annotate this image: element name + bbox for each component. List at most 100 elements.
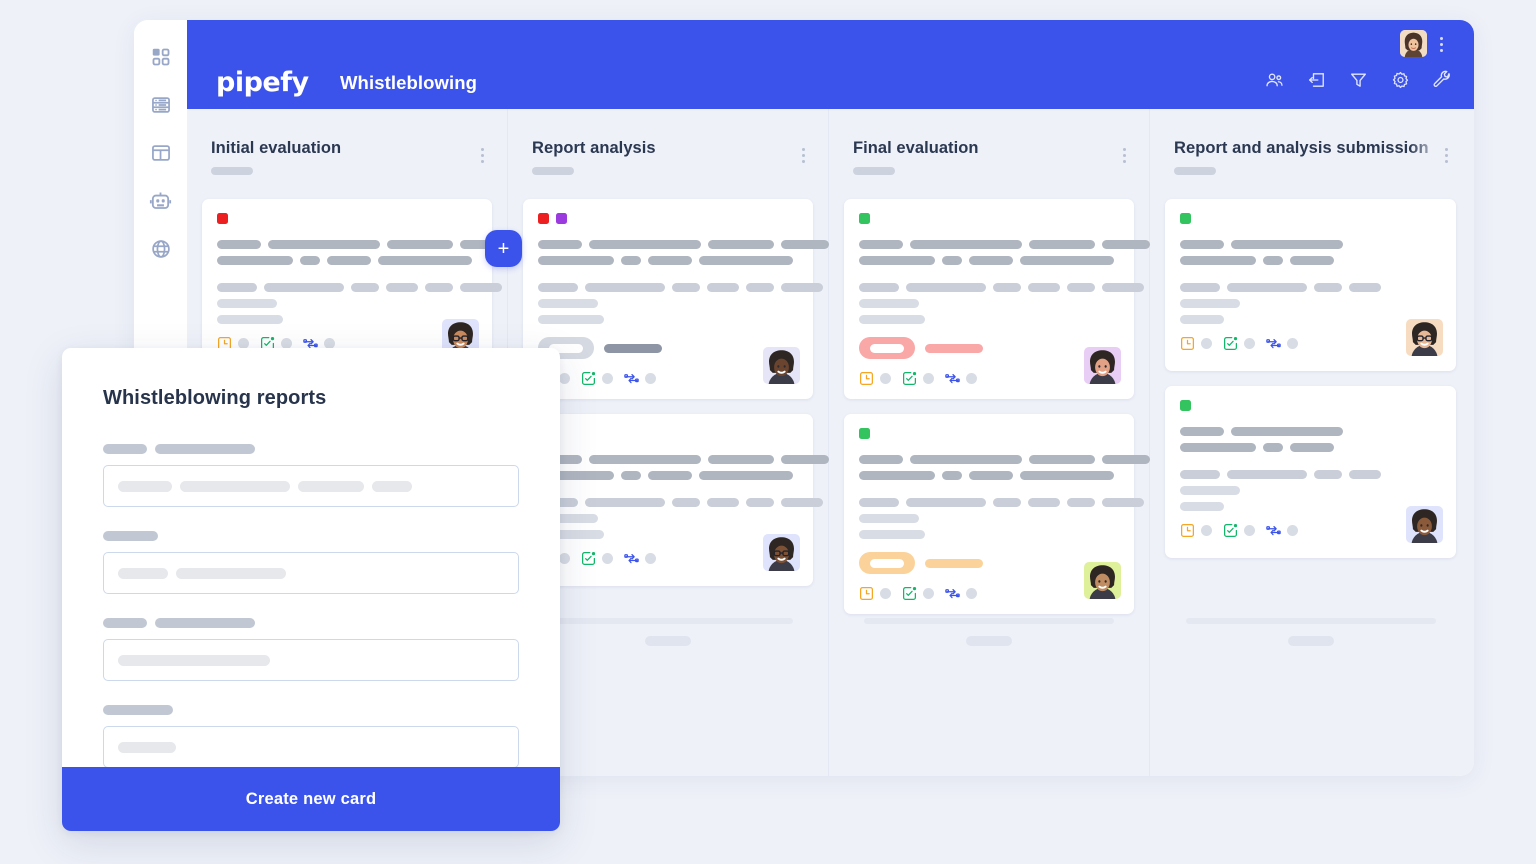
column-more-menu[interactable]: [1439, 145, 1453, 165]
card-body-placeholder: [538, 498, 823, 539]
kanban-card[interactable]: [1165, 386, 1456, 558]
kanban-card[interactable]: [844, 414, 1150, 614]
column-header: Report and analysis submission: [1150, 109, 1471, 199]
card-status-badge: [859, 552, 1119, 574]
column-footer-chip: [966, 636, 1012, 646]
card-assignee-avatar[interactable]: [1406, 319, 1443, 356]
avatar[interactable]: [1400, 30, 1427, 57]
create-new-card-button[interactable]: Create new card: [62, 767, 560, 831]
form-field-input[interactable]: [103, 465, 519, 507]
column-count-placeholder: [532, 167, 574, 175]
card-label-chip: [556, 213, 567, 224]
form-field-input[interactable]: [103, 552, 519, 594]
filter-funnel-icon[interactable]: [1349, 70, 1368, 89]
app-header: pipefy Whistleblowing: [187, 20, 1474, 109]
sidebar-item-database[interactable]: [148, 92, 174, 118]
card-body-placeholder: [859, 498, 1144, 539]
kanban-card[interactable]: [1165, 199, 1456, 371]
column-count-placeholder: [1174, 167, 1216, 175]
card-status-badge: [538, 337, 798, 359]
members-icon[interactable]: [1265, 70, 1284, 89]
kanban-card[interactable]: [523, 414, 829, 586]
layout-panel-icon: [150, 142, 172, 164]
globe-icon: [150, 238, 172, 260]
card-labels: [217, 213, 477, 224]
sidebar-item-public[interactable]: [148, 236, 174, 262]
column-more-menu[interactable]: [796, 145, 810, 165]
column-footer-bar: [1185, 618, 1436, 624]
card-meta-value-placeholder: [1287, 338, 1298, 349]
card-body-placeholder: [538, 283, 823, 324]
connected-cards-icon: [945, 371, 960, 386]
card-label-chip: [538, 213, 549, 224]
card-assignee-avatar[interactable]: [763, 347, 800, 384]
robot-automation-icon: [149, 190, 172, 213]
card-meta-value-placeholder: [923, 588, 934, 599]
form-field-input[interactable]: [103, 726, 519, 768]
create-card-modal: Whistleblowing reports Create new card: [62, 348, 560, 831]
header-more-menu[interactable]: [1433, 34, 1449, 54]
card-status-badge: [859, 337, 1119, 359]
header-tools: [1265, 70, 1452, 89]
sidebar-item-automation[interactable]: [148, 188, 174, 214]
column-footer-chip: [1287, 636, 1334, 646]
card-meta-value-placeholder: [645, 373, 656, 384]
column-footer-bar: [864, 618, 1114, 624]
column-title: Initial evaluation: [211, 139, 342, 157]
column-header: Final evaluation: [829, 109, 1149, 199]
column-cards: [1150, 199, 1471, 558]
due-date-clock-icon: [1180, 523, 1195, 538]
card-meta-value-placeholder: [966, 373, 977, 384]
sidebar-item-portal[interactable]: [148, 140, 174, 166]
card-body-placeholder: [859, 283, 1144, 324]
pipefy-logo[interactable]: pipefy: [216, 67, 309, 98]
due-date-clock-icon: [859, 371, 874, 386]
card-title-placeholder: [859, 240, 1150, 265]
checklist-task-icon: [902, 586, 917, 601]
connected-cards-icon: [945, 586, 960, 601]
card-meta-value-placeholder: [602, 373, 613, 384]
card-meta-icons: [1180, 336, 1441, 351]
card-meta-icons: [538, 551, 798, 566]
card-assignee-avatar[interactable]: [763, 534, 800, 571]
card-title-placeholder: [538, 240, 829, 265]
card-assignee-avatar[interactable]: [1406, 506, 1443, 543]
sidebar-item-dashboard[interactable]: [148, 44, 174, 70]
form-field-input[interactable]: [103, 639, 519, 681]
column-title: Report and analysis submission: [1174, 139, 1429, 157]
column-title: Report analysis: [532, 139, 656, 157]
card-meta-value-placeholder: [1244, 525, 1255, 536]
kanban-card[interactable]: [844, 199, 1150, 399]
column-header: Report analysis: [508, 109, 828, 199]
form-field-label-placeholder: [103, 705, 519, 715]
kanban-card[interactable]: [523, 199, 829, 399]
card-assignee-avatar[interactable]: [1084, 562, 1121, 599]
gear-icon[interactable]: [1391, 70, 1410, 89]
column-header: Initial evaluation: [187, 109, 507, 199]
add-card-button[interactable]: +: [485, 230, 522, 267]
card-assignee-avatar[interactable]: [1084, 347, 1121, 384]
due-date-clock-icon: [859, 586, 874, 601]
card-meta-icons: [1180, 523, 1441, 538]
move-card-icon[interactable]: [1307, 70, 1326, 89]
card-meta-value-placeholder: [1201, 338, 1212, 349]
wrench-icon[interactable]: [1433, 70, 1452, 89]
card-meta-value-placeholder: [1244, 338, 1255, 349]
card-body-placeholder: [217, 283, 502, 324]
kanban-card[interactable]: [202, 199, 508, 371]
form-field-label-placeholder: [103, 618, 519, 628]
column-more-menu[interactable]: [475, 145, 489, 165]
card-label-chip: [1180, 400, 1191, 411]
column-footer-placeholder: [829, 618, 1149, 646]
card-title-placeholder: [217, 240, 508, 265]
column-more-menu[interactable]: [1117, 145, 1131, 165]
card-meta-value-placeholder: [880, 373, 891, 384]
card-meta-value-placeholder: [559, 553, 570, 564]
